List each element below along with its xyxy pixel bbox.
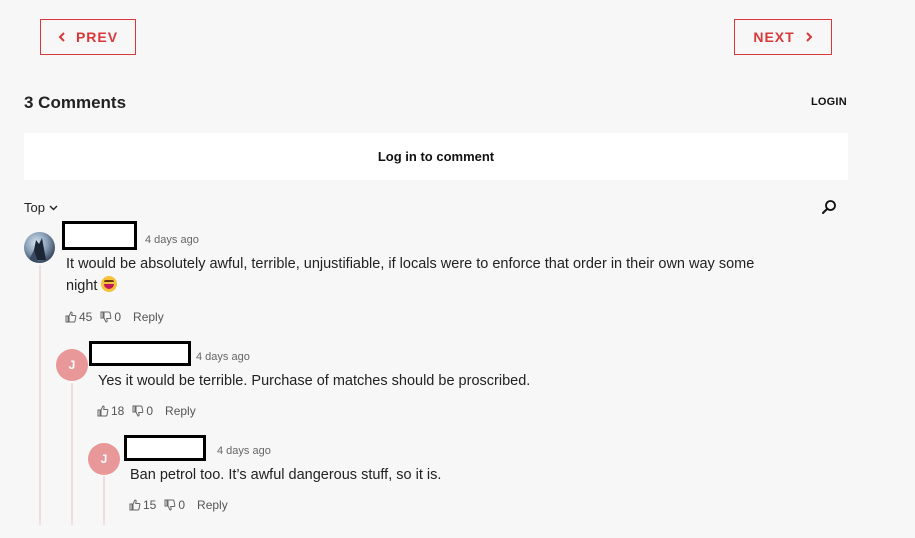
comment-time: 4 days ago [145, 234, 199, 246]
thumbs-down-icon [132, 405, 144, 417]
thumbs-up-icon [129, 499, 141, 511]
avatar-image [28, 238, 46, 262]
redacted-username [62, 221, 137, 250]
upvote-button[interactable]: 45 [65, 310, 92, 324]
thread-line [71, 383, 73, 525]
reply-button[interactable]: Reply [197, 498, 228, 512]
sort-selected: Top [24, 200, 45, 215]
next-label: NEXT [753, 29, 795, 45]
upvote-button[interactable]: 18 [97, 404, 124, 418]
downvote-button[interactable]: 0 [100, 310, 121, 324]
upvote-count: 15 [143, 498, 157, 512]
upvote-button[interactable]: 15 [129, 498, 156, 512]
comment-text-line: It would be absolutely awful, terrible, … [66, 256, 755, 272]
comment-text: It would be absolutely awful, terrible, … [66, 253, 836, 297]
thumbs-down-icon [164, 499, 176, 511]
chevron-down-icon [49, 205, 58, 210]
downvote-button[interactable]: 0 [164, 498, 185, 512]
comments-count: 3 Comments [24, 93, 127, 112]
reply-button[interactable]: Reply [165, 404, 196, 418]
prev-label: PREV [75, 29, 119, 45]
downvote-count: 0 [146, 404, 154, 418]
comment-actions: 45 0 Reply [65, 310, 164, 324]
prev-button[interactable]: PREV [40, 19, 136, 55]
upvote-count: 18 [111, 404, 125, 418]
thumbs-up-icon [65, 311, 77, 323]
avatar: J [88, 443, 120, 475]
thread-line [39, 265, 41, 525]
thread-line [103, 476, 105, 525]
comment-text: Yes it would be terrible. Purchase of ma… [98, 373, 531, 389]
comment-text: Ban petrol too. It’s awful dangerous stu… [130, 467, 442, 483]
comment-actions: 18 0 Reply [97, 404, 196, 418]
comment-time: 4 days ago [196, 351, 250, 363]
avatar [24, 232, 55, 263]
chevron-left-icon [58, 32, 65, 42]
sort-dropdown[interactable]: Top [24, 200, 58, 215]
login-link[interactable]: LOGIN [811, 96, 847, 108]
chevron-right-icon [805, 32, 813, 42]
reply-button[interactable]: Reply [133, 310, 164, 324]
laughing-face-emoji-icon [101, 276, 118, 292]
search-icon[interactable] [821, 199, 837, 215]
thumbs-down-icon [100, 311, 112, 323]
login-to-comment-label: Log in to comment [377, 149, 495, 164]
avatar: J [56, 349, 88, 381]
comment-actions: 15 0 Reply [129, 498, 228, 512]
downvote-button[interactable]: 0 [132, 404, 153, 418]
next-button[interactable]: NEXT [734, 19, 832, 55]
thumbs-up-icon [97, 405, 109, 417]
login-to-comment-button[interactable]: Log in to comment [24, 133, 848, 180]
redacted-username [89, 341, 191, 366]
downvote-count: 0 [178, 498, 186, 512]
comment-text-line: night [66, 278, 98, 294]
comment-time: 4 days ago [217, 445, 271, 457]
upvote-count: 45 [79, 310, 93, 324]
redacted-username [124, 435, 206, 461]
downvote-count: 0 [114, 310, 122, 324]
